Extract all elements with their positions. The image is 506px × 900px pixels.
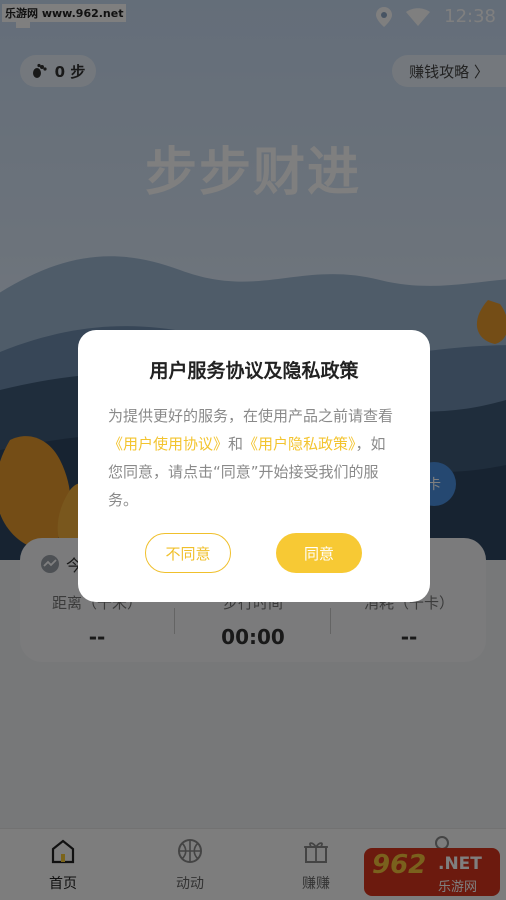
app-screen: 乐游网 www.962.net 12:38 0 步 赚钱攻略 〉 步步财进 卡 (0, 0, 506, 900)
dialog-title: 用户服务协议及隐私政策 (149, 360, 359, 382)
agree-button[interactable]: 同意 (276, 533, 362, 573)
dialog-text-2: 和 (228, 435, 244, 453)
disagree-button[interactable]: 不同意 (145, 533, 231, 573)
privacy-dialog: 用户服务协议及隐私政策 为提供更好的服务，在使用产品之前请查看《用户使用协议》和… (78, 330, 430, 602)
privacy-policy-link[interactable]: 《用户隐私政策》 (243, 435, 356, 453)
dialog-text-1: 为提供更好的服务，在使用产品之前请查看 (108, 407, 394, 425)
user-agreement-link[interactable]: 《用户使用协议》 (108, 435, 228, 453)
dialog-message: 为提供更好的服务，在使用产品之前请查看《用户使用协议》和《用户隐私政策》，如您同… (108, 402, 400, 514)
